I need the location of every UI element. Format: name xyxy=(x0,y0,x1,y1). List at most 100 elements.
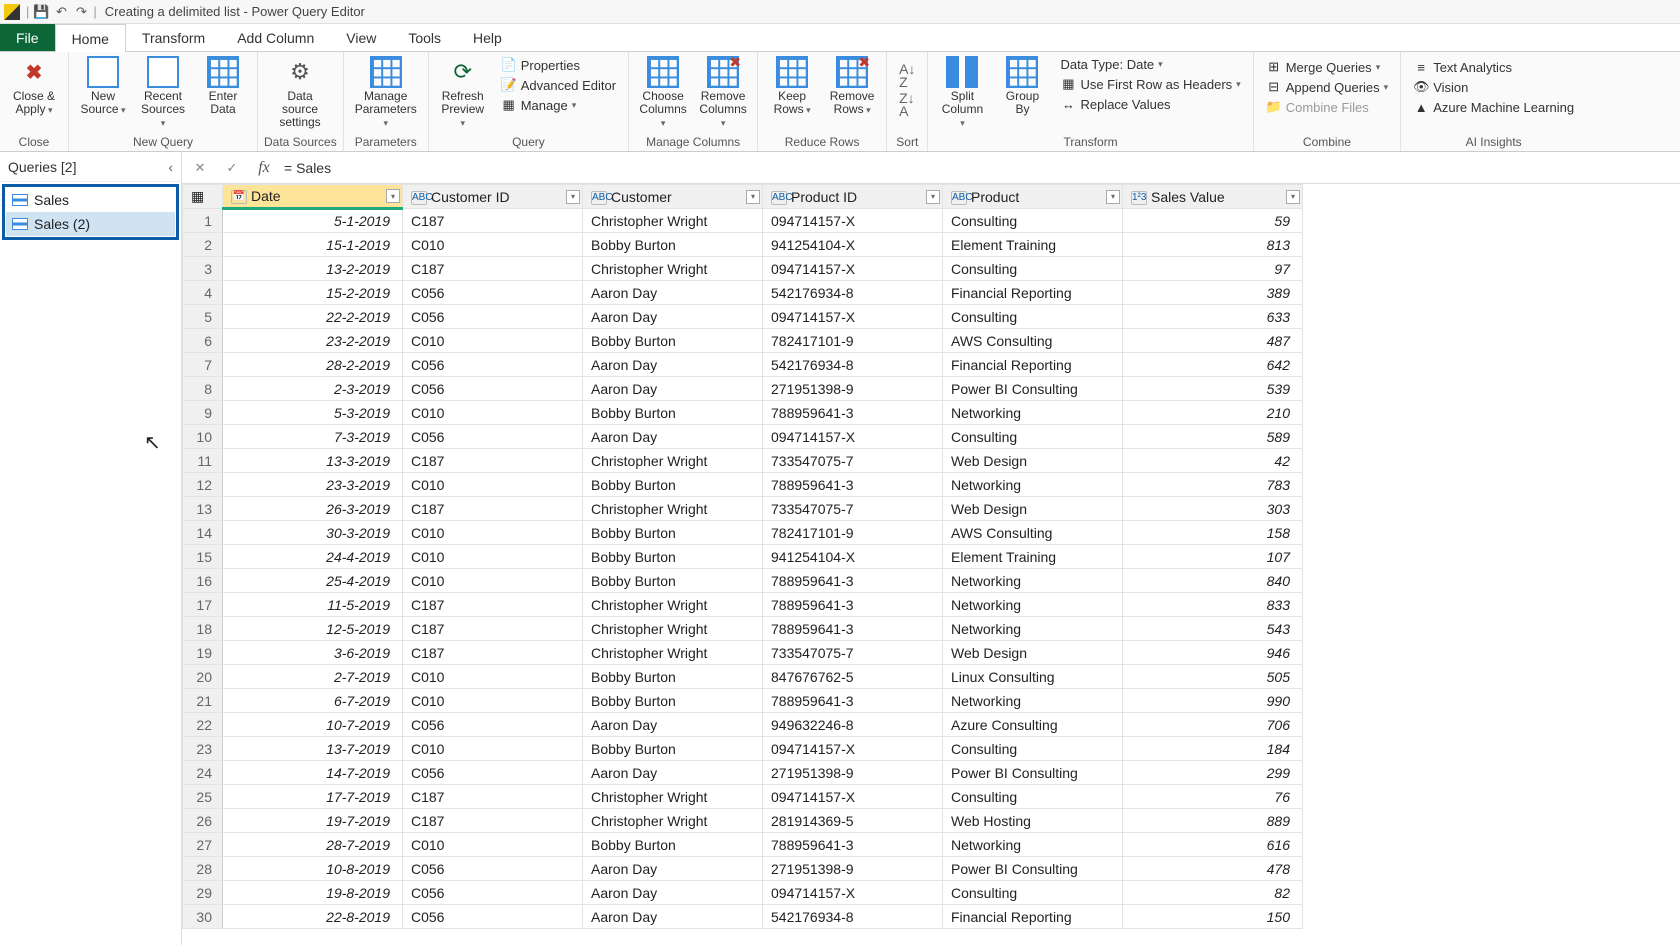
table-row[interactable]: 2517-7-2019C187Christopher Wright0947141… xyxy=(183,785,1303,809)
recent-sources-button[interactable]: Recent Sources xyxy=(135,54,191,132)
row-number[interactable]: 7 xyxy=(183,353,223,377)
cell[interactable]: C010 xyxy=(403,401,583,425)
cell[interactable]: 5-1-2019 xyxy=(223,209,403,233)
table-row[interactable]: 2810-8-2019C056Aaron Day271951398-9Power… xyxy=(183,857,1303,881)
cell[interactable]: C187 xyxy=(403,257,583,281)
cell[interactable]: 15-2-2019 xyxy=(223,281,403,305)
cell[interactable]: 946 xyxy=(1123,641,1303,665)
refresh-preview-button[interactable]: ⟳ Refresh Preview xyxy=(435,54,491,132)
cell[interactable]: 10-7-2019 xyxy=(223,713,403,737)
filter-icon[interactable]: ▾ xyxy=(386,189,400,203)
sort-asc-button[interactable]: A↓Z xyxy=(897,62,917,89)
cell[interactable]: C010 xyxy=(403,329,583,353)
cell[interactable]: C056 xyxy=(403,857,583,881)
cell[interactable]: Aaron Day xyxy=(583,305,763,329)
cell[interactable]: 12-5-2019 xyxy=(223,617,403,641)
row-number[interactable]: 5 xyxy=(183,305,223,329)
cell[interactable]: 788959641-3 xyxy=(763,401,943,425)
cell[interactable]: 543 xyxy=(1123,617,1303,641)
table-row[interactable]: 1625-4-2019C010Bobby Burton788959641-3Ne… xyxy=(183,569,1303,593)
azure-ml-button[interactable]: ▲Azure Machine Learning xyxy=(1411,98,1576,116)
row-number[interactable]: 21 xyxy=(183,689,223,713)
cell[interactable]: 542176934-8 xyxy=(763,905,943,929)
cell[interactable]: Bobby Burton xyxy=(583,569,763,593)
type-icon[interactable]: 1²3 xyxy=(1131,191,1147,205)
tab-view[interactable]: View xyxy=(330,24,392,51)
cell[interactable]: 733547075-7 xyxy=(763,641,943,665)
cell[interactable]: Consulting xyxy=(943,737,1123,761)
cell[interactable]: 782417101-9 xyxy=(763,521,943,545)
cell[interactable]: 23-3-2019 xyxy=(223,473,403,497)
cell[interactable]: Bobby Burton xyxy=(583,833,763,857)
close-apply-button[interactable]: ✖ Close & Apply xyxy=(6,54,62,118)
table-row[interactable]: 2414-7-2019C056Aaron Day271951398-9Power… xyxy=(183,761,1303,785)
type-icon[interactable]: 📅 xyxy=(231,190,247,204)
cell[interactable]: C010 xyxy=(403,473,583,497)
table-row[interactable]: 1430-3-2019C010Bobby Burton782417101-9AW… xyxy=(183,521,1303,545)
cell[interactable]: C187 xyxy=(403,641,583,665)
table-row[interactable]: 728-2-2019C056Aaron Day542176934-8Financ… xyxy=(183,353,1303,377)
table-row[interactable]: 202-7-2019C010Bobby Burton847676762-5Lin… xyxy=(183,665,1303,689)
cell[interactable]: Aaron Day xyxy=(583,881,763,905)
row-number[interactable]: 25 xyxy=(183,785,223,809)
cell[interactable]: 542176934-8 xyxy=(763,281,943,305)
cell[interactable]: 26-3-2019 xyxy=(223,497,403,521)
cell[interactable]: C187 xyxy=(403,809,583,833)
table-row[interactable]: 1326-3-2019C187Christopher Wright7335470… xyxy=(183,497,1303,521)
row-number[interactable]: 6 xyxy=(183,329,223,353)
cell[interactable]: 271951398-9 xyxy=(763,761,943,785)
cell[interactable]: 788959641-3 xyxy=(763,593,943,617)
save-icon[interactable]: 💾 xyxy=(33,4,49,20)
cell[interactable]: 184 xyxy=(1123,737,1303,761)
cell[interactable]: 094714157-X xyxy=(763,881,943,905)
accept-formula-icon[interactable]: ✓ xyxy=(220,156,244,180)
row-number[interactable]: 11 xyxy=(183,449,223,473)
cell[interactable]: C187 xyxy=(403,449,583,473)
cell[interactable]: 13-3-2019 xyxy=(223,449,403,473)
cell[interactable]: 788959641-3 xyxy=(763,473,943,497)
cell[interactable]: 542176934-8 xyxy=(763,353,943,377)
cell[interactable]: 2-3-2019 xyxy=(223,377,403,401)
cell[interactable]: 299 xyxy=(1123,761,1303,785)
cell[interactable]: C010 xyxy=(403,737,583,761)
filter-icon[interactable]: ▾ xyxy=(1106,190,1120,204)
cell[interactable]: Aaron Day xyxy=(583,857,763,881)
cell[interactable]: C010 xyxy=(403,833,583,857)
cell[interactable]: Consulting xyxy=(943,305,1123,329)
cell[interactable]: Networking xyxy=(943,569,1123,593)
cell[interactable]: 941254104-X xyxy=(763,233,943,257)
cell[interactable]: 889 xyxy=(1123,809,1303,833)
cell[interactable]: Christopher Wright xyxy=(583,497,763,521)
cell[interactable]: 949632246-8 xyxy=(763,713,943,737)
cell[interactable]: C187 xyxy=(403,497,583,521)
remove-rows-button[interactable]: ✖ Remove Rows xyxy=(824,54,880,118)
cell[interactable]: 150 xyxy=(1123,905,1303,929)
table-row[interactable]: 415-2-2019C056Aaron Day542176934-8Financ… xyxy=(183,281,1303,305)
cell[interactable]: 788959641-3 xyxy=(763,689,943,713)
row-number[interactable]: 30 xyxy=(183,905,223,929)
properties-button[interactable]: 📄Properties xyxy=(499,56,618,74)
cell[interactable]: Networking xyxy=(943,833,1123,857)
table-row[interactable]: 215-1-2019C010Bobby Burton941254104-XEle… xyxy=(183,233,1303,257)
cell[interactable]: 76 xyxy=(1123,785,1303,809)
cell[interactable]: Christopher Wright xyxy=(583,809,763,833)
cell[interactable]: 642 xyxy=(1123,353,1303,377)
cell[interactable]: Azure Consulting xyxy=(943,713,1123,737)
cell[interactable]: 210 xyxy=(1123,401,1303,425)
row-number[interactable]: 15 xyxy=(183,545,223,569)
cell[interactable]: Bobby Burton xyxy=(583,545,763,569)
filter-icon[interactable]: ▾ xyxy=(566,190,580,204)
cell[interactable]: 23-2-2019 xyxy=(223,329,403,353)
cell[interactable]: 28-7-2019 xyxy=(223,833,403,857)
cell[interactable]: Consulting xyxy=(943,881,1123,905)
row-number[interactable]: 28 xyxy=(183,857,223,881)
cell[interactable]: 788959641-3 xyxy=(763,833,943,857)
cell[interactable]: Bobby Burton xyxy=(583,521,763,545)
row-number[interactable]: 29 xyxy=(183,881,223,905)
cell[interactable]: 094714157-X xyxy=(763,305,943,329)
cell[interactable]: 782417101-9 xyxy=(763,329,943,353)
cell[interactable]: 22-8-2019 xyxy=(223,905,403,929)
type-icon[interactable]: ABC xyxy=(951,191,967,205)
row-number[interactable]: 4 xyxy=(183,281,223,305)
row-number[interactable]: 12 xyxy=(183,473,223,497)
